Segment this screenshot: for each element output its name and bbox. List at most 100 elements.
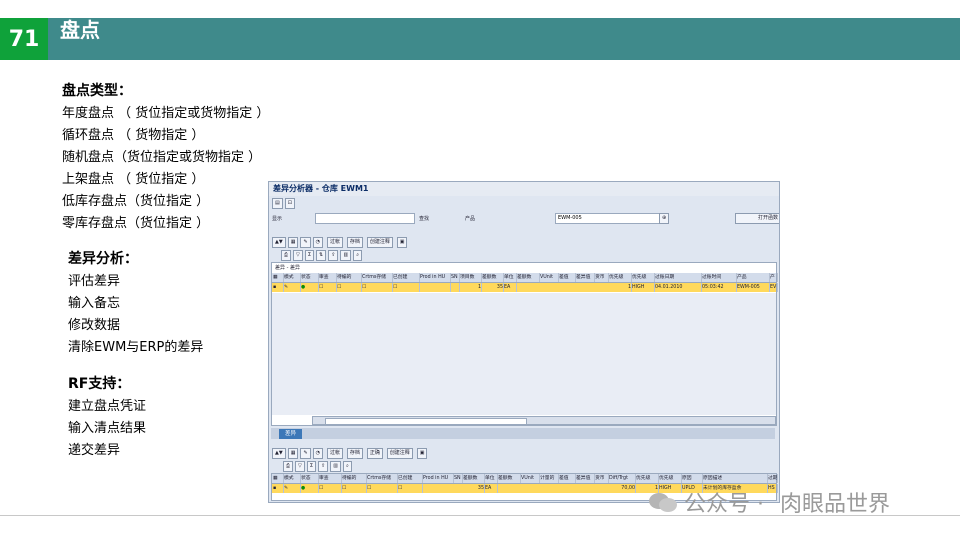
column-header[interactable]: 过账日期 <box>654 273 702 282</box>
column-header[interactable]: VUnit <box>539 273 559 282</box>
created-checkbox[interactable]: ☐ <box>392 283 420 292</box>
open-function-button[interactable]: 打开函数 <box>735 213 779 224</box>
pending-checkbox[interactable]: ☐ <box>336 283 362 292</box>
archive-button[interactable]: 存档 <box>346 237 363 248</box>
review-checkbox[interactable]: ☐ <box>318 283 337 292</box>
column-header[interactable]: 差额数 <box>497 474 521 483</box>
column-header[interactable]: 优先级 <box>631 273 655 282</box>
column-header[interactable]: 优先级 <box>608 273 632 282</box>
column-header[interactable]: 单位 <box>503 273 517 282</box>
column-header[interactable]: 优先级 <box>658 474 682 483</box>
tab-difference[interactable]: 差异 <box>279 429 303 439</box>
sum-icon[interactable]: Σ <box>306 461 317 472</box>
column-header[interactable]: 货币 <box>594 474 609 483</box>
view-icon[interactable]: ▥ <box>340 250 352 261</box>
column-header[interactable]: 原因 <box>681 474 703 483</box>
grid1-header-row: ▦ 模式 状态 审查 待编的 Crtms存储 已创建 Prod in HU SN… <box>272 273 778 283</box>
column-header[interactable]: Prod in HU <box>422 474 454 483</box>
create-note-button[interactable]: 创建注释 <box>366 237 393 248</box>
print-icon[interactable]: ⎙ <box>283 461 294 472</box>
column-header[interactable]: 差额数 <box>462 474 485 483</box>
column-header[interactable]: 差额数 <box>516 273 540 282</box>
filter-icon[interactable]: ◔ <box>312 448 324 459</box>
export-icon[interactable]: ⇪ <box>318 461 329 472</box>
save-icon[interactable]: ⊡ <box>284 198 295 209</box>
layout-icon[interactable]: ▦ <box>287 448 299 459</box>
column-header[interactable]: 已创建 <box>392 273 420 282</box>
column-header[interactable]: 优先级 <box>635 474 659 483</box>
print-icon[interactable]: ▣ <box>396 237 408 248</box>
scrollbar-thumb[interactable] <box>325 418 527 425</box>
mode-icon[interactable]: ✎ <box>283 484 301 493</box>
horizontal-scrollbar[interactable] <box>312 416 776 425</box>
review-checkbox[interactable]: ☐ <box>318 484 342 493</box>
column-header[interactable]: 单位 <box>484 474 498 483</box>
column-header[interactable]: 差额数 <box>481 273 504 282</box>
count-type-item: 上架盘点 （ 货位指定 ） <box>62 172 205 187</box>
sort-icon[interactable]: ⇅ <box>316 250 327 261</box>
count-types-section: 盘点类型： 年度盘点 （ 货位指定或货物指定 ） 循环盘点 （ 货物指定 ） 随… <box>62 80 269 235</box>
nav-icon[interactable]: ▲▼ <box>272 237 286 248</box>
layout-icon[interactable]: ▦ <box>287 237 299 248</box>
nav-icon[interactable]: ▲▼ <box>272 448 286 459</box>
create-note-button[interactable]: 创建注释 <box>386 448 413 459</box>
show-field[interactable] <box>315 213 415 224</box>
column-header[interactable]: 过账时间 <box>701 273 737 282</box>
column-header[interactable]: 产品 <box>736 273 770 282</box>
column-header[interactable]: 模式 <box>283 474 301 483</box>
column-header[interactable]: 审查 <box>318 273 337 282</box>
execute-icon[interactable]: ⊕ <box>659 213 670 224</box>
product-field[interactable]: EWM-005 <box>555 213 663 224</box>
column-header[interactable]: 差值 <box>558 474 576 483</box>
column-header[interactable]: VUnit <box>520 474 540 483</box>
correct-button[interactable]: 正确 <box>366 448 383 459</box>
mode-icon[interactable]: ✎ <box>283 283 301 292</box>
rf-support-section: RF支持： 建立盘点凭证 输入清点结果 递交差异 <box>68 373 146 462</box>
column-header[interactable]: Prod in HU <box>419 273 451 282</box>
grid2-toolbar: ▲▼ ▦ ✎ ◔ 过帐 存档 正确 创建注释 ▣ <box>269 448 779 459</box>
filter-icon[interactable]: ▽ <box>293 250 303 261</box>
column-header[interactable]: 货币 <box>594 273 609 282</box>
archive-button[interactable]: 存档 <box>346 448 363 459</box>
column-header[interactable]: 原因描述 <box>702 474 768 483</box>
filter-icon[interactable]: ▽ <box>295 461 305 472</box>
count-type-item: 随机盘点（货位指定或货物指定 ） <box>62 150 262 165</box>
column-header[interactable]: 差异值 <box>575 273 595 282</box>
pending-checkbox[interactable]: ☐ <box>341 484 367 493</box>
column-header[interactable]: 模式 <box>283 273 301 282</box>
post-button[interactable]: 过帐 <box>326 448 343 459</box>
edit-icon[interactable]: ✎ <box>300 237 311 248</box>
column-header[interactable]: 状态 <box>300 474 319 483</box>
view-icon[interactable]: ▥ <box>330 461 341 472</box>
search-icon[interactable]: ⌕ <box>342 461 352 472</box>
table-cell <box>419 283 451 292</box>
column-header[interactable]: 待编的 <box>341 474 367 483</box>
sum-icon[interactable]: Σ <box>304 250 315 261</box>
table-row[interactable]: ▪ ✎ ● ☐ ☐ ☐ ☐ 1 35 EA 1 HIGH 04.01.2010 … <box>272 283 778 292</box>
print-icon[interactable]: ▣ <box>416 448 428 459</box>
column-header[interactable]: 状态 <box>300 273 319 282</box>
watermark-name: 肉眼品世界 <box>780 492 891 517</box>
column-header[interactable]: 差值 <box>558 273 576 282</box>
export-icon[interactable]: ⇪ <box>328 250 339 261</box>
column-header[interactable]: 过期 <box>767 474 778 483</box>
column-header[interactable]: 已创建 <box>397 474 423 483</box>
filter-icon[interactable]: ◔ <box>312 237 324 248</box>
edit-icon[interactable]: ✎ <box>300 448 311 459</box>
column-header[interactable]: Crtms存储 <box>366 474 398 483</box>
search-icon[interactable]: ⌕ <box>353 250 362 261</box>
menu-icon[interactable]: ▤ <box>272 198 283 209</box>
post-button[interactable]: 过帐 <box>326 237 343 248</box>
column-header[interactable]: 审查 <box>318 474 342 483</box>
crtms-checkbox[interactable]: ☐ <box>361 283 393 292</box>
column-header[interactable]: 待编的 <box>336 273 362 282</box>
print-icon[interactable]: ⎙ <box>281 250 292 261</box>
column-header[interactable]: 产 <box>769 273 778 282</box>
column-header[interactable]: 计量的 <box>539 474 559 483</box>
column-header[interactable]: Crtms存储 <box>361 273 393 282</box>
column-header[interactable]: 差异值 <box>575 474 595 483</box>
column-header[interactable]: Diff/Trgt <box>608 474 636 483</box>
created-checkbox[interactable]: ☐ <box>397 484 423 493</box>
crtms-checkbox[interactable]: ☐ <box>366 484 398 493</box>
column-header[interactable]: 项目数 <box>459 273 482 282</box>
